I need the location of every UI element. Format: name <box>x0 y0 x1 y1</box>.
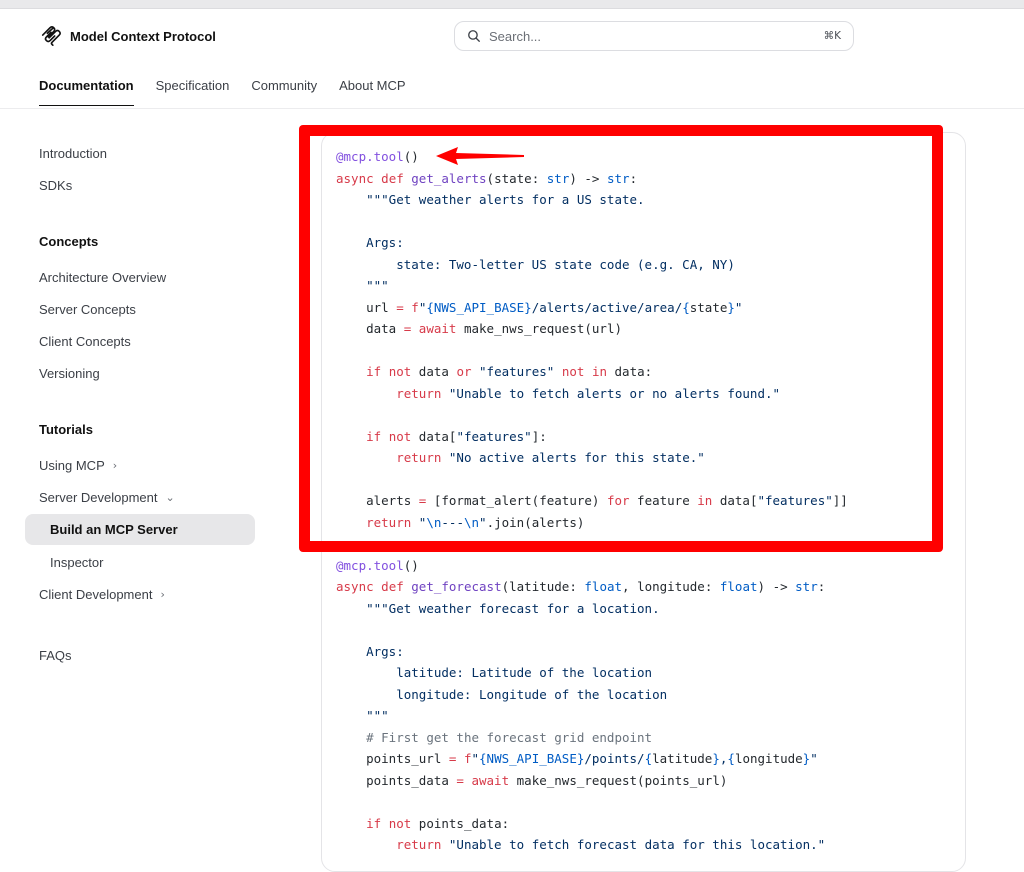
sidebar-item-client-concepts[interactable]: Client Concepts <box>39 334 131 349</box>
mcp-logo-icon <box>41 26 61 46</box>
sidebar-heading-concepts: Concepts <box>39 234 99 249</box>
sidebar-item-server-concepts[interactable]: Server Concepts <box>39 302 136 317</box>
brand-logo[interactable]: Model Context Protocol <box>40 25 216 47</box>
search-placeholder: Search... <box>489 28 542 44</box>
sidebar-item-build-mcp-server[interactable]: Build an MCP Server <box>25 514 255 545</box>
chevron-down-icon: ⌄ <box>165 491 175 504</box>
site-header: Model Context Protocol Search... ⌘K Docu… <box>0 8 1024 109</box>
sidebar-item-client-development[interactable]: Client Development › <box>39 587 165 602</box>
sidebar-item-versioning[interactable]: Versioning <box>39 366 100 381</box>
brand-name: Model Context Protocol <box>70 28 216 44</box>
red-highlight-box <box>299 125 943 552</box>
sidebar-item-label: Build an MCP Server <box>50 522 178 537</box>
sidebar-item-server-development[interactable]: Server Development ⌄ <box>39 490 175 505</box>
sidebar-item-label: Server Development <box>39 490 158 505</box>
search-icon <box>468 30 480 42</box>
search-shortcut: ⌘K <box>823 30 841 42</box>
red-arrow-annotation <box>436 147 524 165</box>
search-box[interactable]: Search... ⌘K <box>454 21 854 51</box>
sidebar: Introduction SDKs Concepts Architecture … <box>0 108 280 841</box>
tab-about-mcp[interactable]: About MCP <box>339 78 405 106</box>
chevron-right-icon: › <box>160 588 165 601</box>
sidebar-item-introduction[interactable]: Introduction <box>39 146 107 161</box>
sidebar-heading-tutorials: Tutorials <box>39 422 93 437</box>
sidebar-item-label: Client Development <box>39 587 153 602</box>
tab-specification[interactable]: Specification <box>156 78 230 106</box>
sidebar-item-using-mcp[interactable]: Using MCP › <box>39 458 117 473</box>
sidebar-item-sdks[interactable]: SDKs <box>39 178 72 193</box>
sidebar-item-inspector[interactable]: Inspector <box>50 555 103 570</box>
chevron-right-icon: › <box>112 459 118 472</box>
tab-documentation[interactable]: Documentation <box>39 78 134 106</box>
tab-community[interactable]: Community <box>251 78 317 106</box>
top-nav-tabs: Documentation Specification Community Ab… <box>39 78 406 106</box>
sidebar-item-faqs[interactable]: FAQs <box>39 648 72 663</box>
sidebar-item-architecture-overview[interactable]: Architecture Overview <box>39 270 166 285</box>
sidebar-item-label: Using MCP <box>39 458 105 473</box>
